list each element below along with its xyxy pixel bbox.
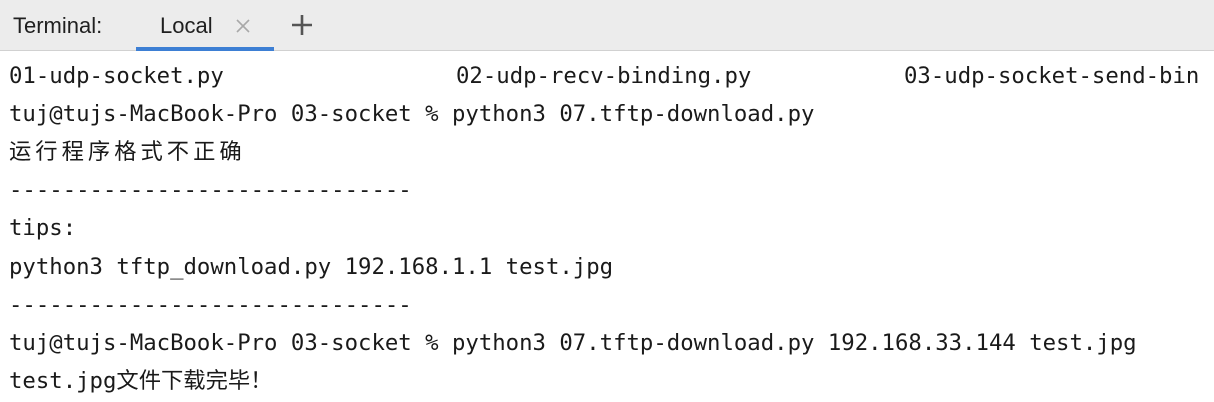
- separator-line: ------------------------------: [9, 292, 412, 318]
- ls-file: 01-udp-socket.py: [9, 63, 224, 89]
- close-icon[interactable]: [234, 17, 252, 35]
- plus-icon[interactable]: [290, 13, 314, 37]
- terminal-title: Terminal:: [13, 13, 103, 38]
- separator-line: ------------------------------: [9, 177, 412, 203]
- command-line: tuj@tujs-MacBook-Pro 03-socket % python3…: [9, 330, 1137, 356]
- terminal-tab-bar: Terminal: Local: [0, 0, 1214, 51]
- ls-file: 02-udp-recv-binding.py: [456, 63, 752, 89]
- tab-local[interactable]: Local: [136, 0, 274, 51]
- terminal-output[interactable]: 01-udp-socket.py 02-udp-recv-binding.py …: [0, 53, 1214, 402]
- tab-local-label: Local: [160, 13, 213, 38]
- output-line: tips:: [9, 215, 77, 241]
- output-line: test.jpg文件下载完毕！: [9, 368, 273, 394]
- terminal-panel: Terminal: Local 01-udp-socket.py 02-udp-…: [0, 0, 1214, 402]
- command-line: tuj@tujs-MacBook-Pro 03-socket % python3…: [9, 101, 815, 127]
- ls-output-line: 01-udp-socket.py 02-udp-recv-binding.py …: [9, 61, 1214, 91]
- output-line: 运行程序格式不正确: [9, 139, 246, 165]
- ls-file: 03-udp-socket-send-bin: [904, 63, 1200, 89]
- output-line: python3 tftp_download.py 192.168.1.1 tes…: [9, 254, 614, 280]
